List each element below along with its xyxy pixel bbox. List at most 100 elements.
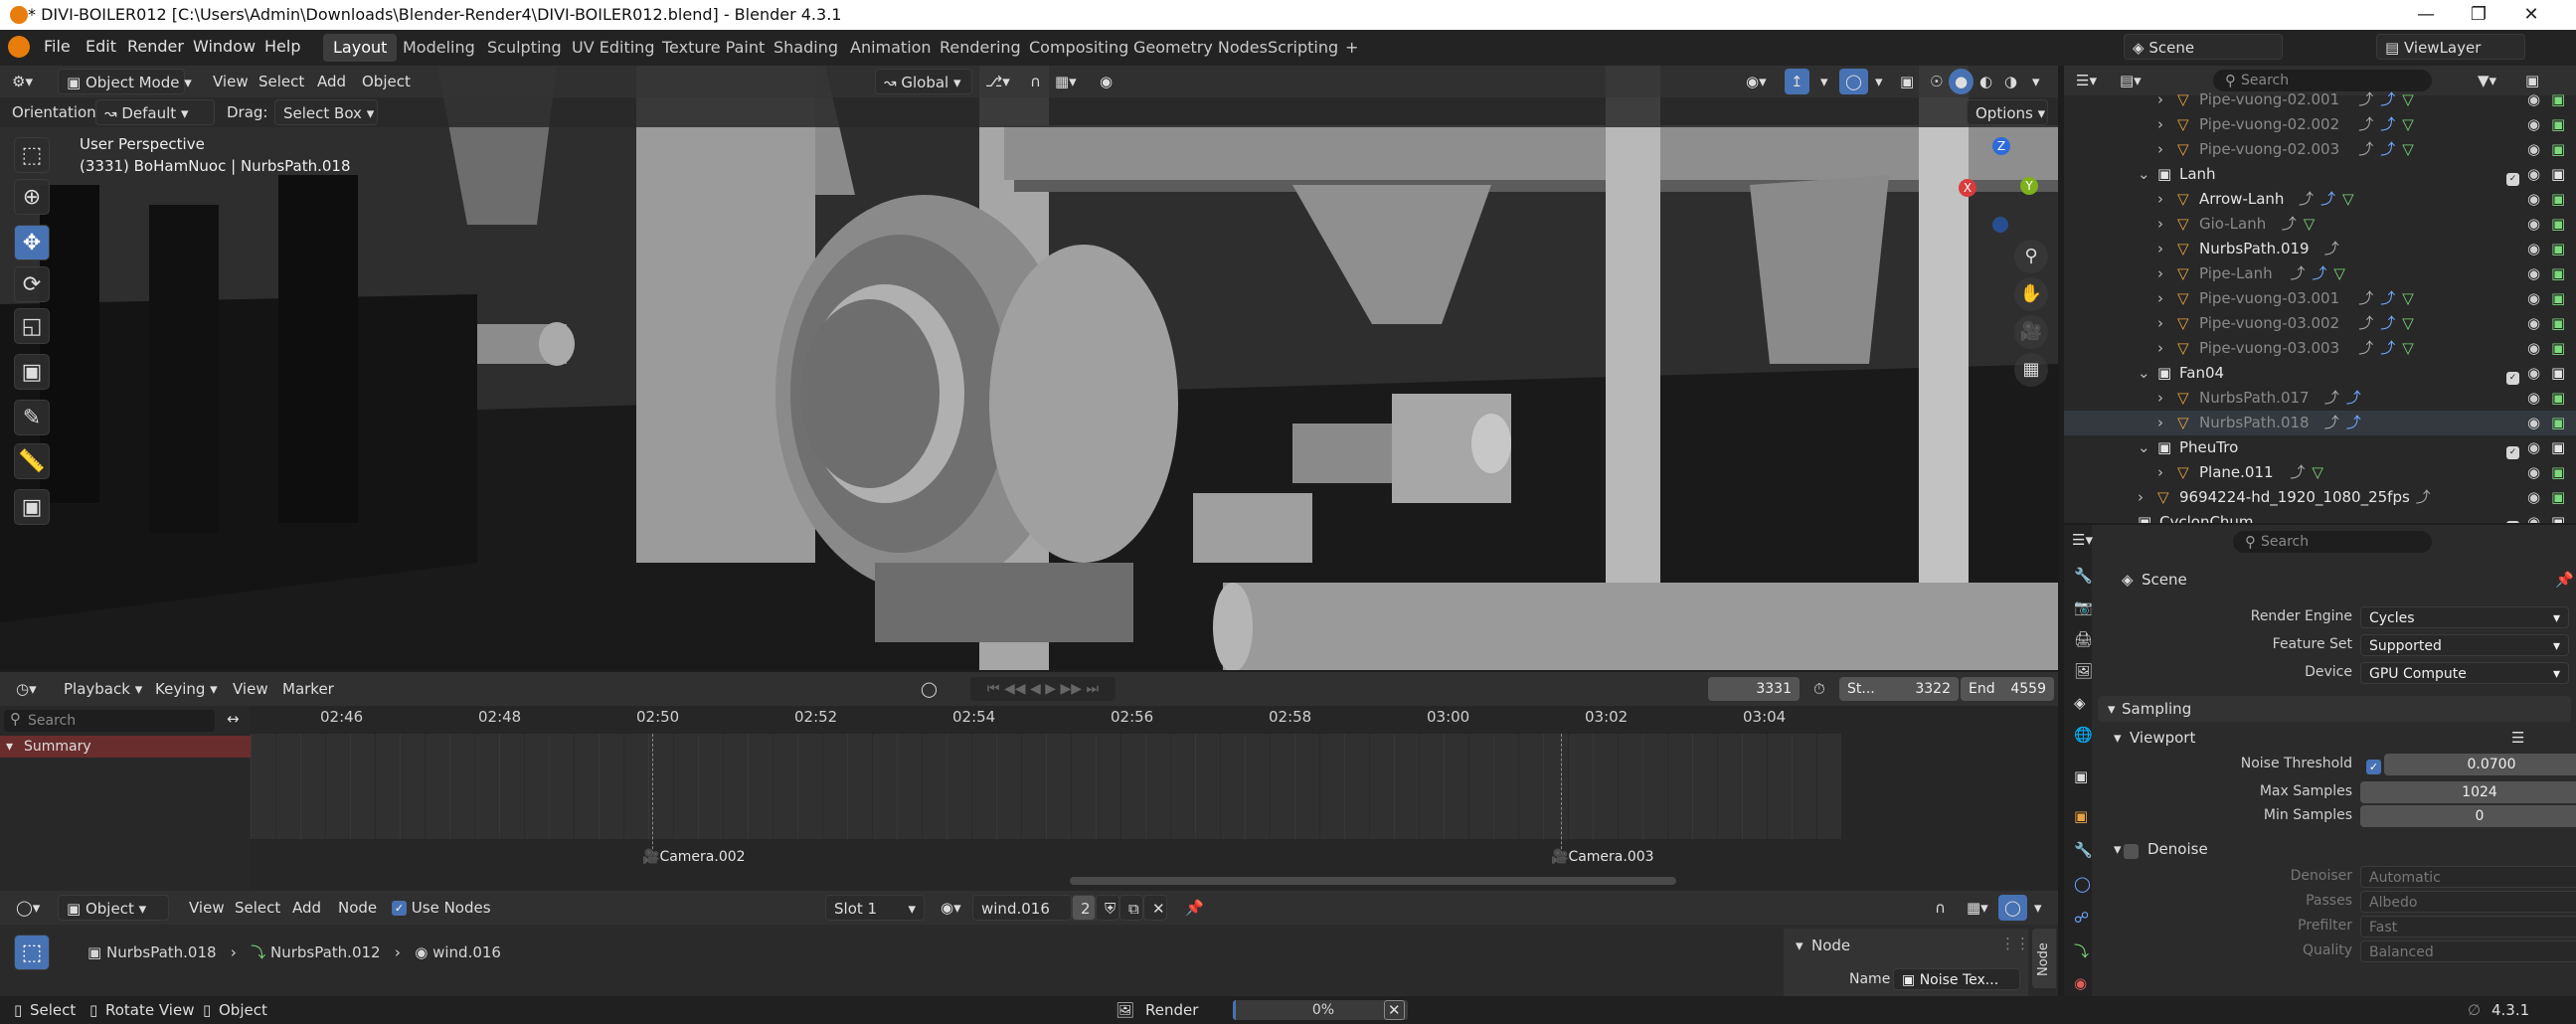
marker-camera-003[interactable]: 🎥Camera.003 [1551,849,1654,865]
render-camera-icon[interactable]: ▣ [2551,212,2565,237]
node-name-field[interactable]: ▣ Noise Tex... [1893,968,2020,990]
modifier-data-icon[interactable]: ⤴ [2358,286,2373,311]
menu-help[interactable]: Help [255,34,310,60]
render-camera-icon[interactable]: ▣ [2551,336,2565,361]
shading-dropdown-icon[interactable]: ▾ [2026,69,2046,94]
options-dropdown[interactable]: Options ▾ [1967,99,2048,125]
play-icon[interactable]: ▶ [1045,681,1056,697]
outliner-item-label[interactable]: NurbsPath.019 [2199,237,2310,261]
pin-icon[interactable]: 📌 [2549,567,2576,593]
outliner-row[interactable]: › ▽ Pipe-vuong-02.001 ⤴ ⤴ ▽ ◉ ▣ [2064,87,2576,112]
viewport-menu-select[interactable]: Select [253,69,310,94]
jump-end-icon[interactable]: ⏭ [1086,681,1099,697]
outliner-item-label[interactable]: Pipe-vuong-03.002 [2199,311,2339,336]
modifier-data-icon[interactable]: ▽ [2402,87,2414,112]
blender-menu-icon[interactable] [8,36,30,58]
render-camera-icon[interactable]: ▣ [2551,311,2565,336]
outliner-item-label[interactable]: Pipe-Lanh [2199,261,2273,286]
maximize-button[interactable]: ❐ [2454,3,2503,27]
node-menu-node[interactable]: Node [332,895,383,921]
render-camera-icon[interactable]: ▣ [2551,261,2565,286]
outliner-row[interactable]: ⌄ ▣ Lanh ✓ ◉ ▣ [2064,162,2576,187]
modifier-data-icon[interactable]: ⤴ [2324,237,2339,261]
gizmo-x-axis[interactable]: X [1959,179,1976,197]
timeline-menu-playback[interactable]: Playback ▾ [58,676,148,702]
eye-icon[interactable]: ◉ [2527,286,2540,311]
modifier-data-icon[interactable]: ⤴ [2358,311,2373,336]
proportional-edit-icon[interactable]: ◉ [1094,69,1118,94]
node-overlay-icon[interactable]: ◯ [1998,895,2027,921]
eye-icon[interactable]: ◉ [2527,510,2540,523]
outliner-row[interactable]: › ▽ NurbsPath.017 ⤴ ⤴ ◉ ▣ [2064,386,2576,411]
modifier-data-icon[interactable]: ⤴ [2380,311,2395,336]
play-reverse-icon[interactable]: ◀ [1030,681,1041,697]
outliner-row[interactable]: › ▽ Pipe-vuong-02.003 ⤴ ⤴ ▽ ◉ ▣ [2064,137,2576,162]
denoise-checkbox[interactable] [2124,841,2139,860]
timeline-editor-type-icon[interactable]: ◷▾ [10,676,43,702]
tab-uv-editing[interactable]: UV Editing [562,34,664,62]
modifier-data-icon[interactable]: ⤴ [2312,261,2326,286]
render-camera-icon[interactable]: ▣ [2551,361,2565,386]
shader-type-dropdown[interactable]: ▣ Object ▾ [58,895,169,921]
outliner-item-label[interactable]: Plane.011 [2199,460,2274,485]
collapse-chevron-icon[interactable]: › [2157,187,2163,212]
editor-type-icon[interactable]: ⚙▾ [6,69,39,94]
ortho-grid-icon[interactable]: ▦ [2014,353,2048,387]
outliner-row[interactable]: › ▽ Pipe-vuong-03.001 ⤴ ⤴ ▽ ◉ ▣ [2064,286,2576,311]
camera-view-icon[interactable]: 🎥 [2014,315,2048,349]
modifier-data-icon[interactable]: ⤴ [2380,137,2395,162]
collapse-chevron-icon[interactable]: › [2157,237,2163,261]
new-material-icon[interactable]: ⧉ [1119,895,1143,921]
eye-icon[interactable]: ◉ [2527,336,2540,361]
outliner-item-label[interactable]: Arrow-Lanh [2199,187,2284,212]
modifier-data-icon[interactable]: ⤴ [2380,336,2395,361]
node-overlay-dropdown-icon[interactable]: ▾ [2028,895,2048,921]
modifier-data-icon[interactable]: ▽ [2402,336,2414,361]
rendered-shading-icon[interactable]: ◑ [1998,69,2023,94]
annotate-tool[interactable]: ✎ [14,400,50,435]
physics-tab-icon[interactable]: ◯ [2068,871,2097,897]
eye-icon[interactable]: ◉ [2527,137,2540,162]
snap-icon[interactable]: ∩ [1024,69,1047,94]
presets-list-icon[interactable]: ☰ [2505,725,2530,751]
outliner-row[interactable]: › ▽ Pipe-vuong-03.003 ⤴ ⤴ ▽ ◉ ▣ [2064,336,2576,361]
world-tab-icon[interactable]: 🌐 [2068,722,2099,748]
modifier-data-icon[interactable]: ▽ [2304,212,2316,237]
eye-icon[interactable]: ◉ [2527,485,2540,510]
unlink-material-icon[interactable]: ✕ [1143,895,1167,921]
collapse-chevron-icon[interactable]: › [2157,112,2163,137]
scene-tab-icon[interactable]: ◈ [2068,690,2092,716]
breadcrumb-data[interactable]: NurbsPath.012 [270,943,381,961]
feature-set-dropdown[interactable]: Supported ▾ [2360,634,2569,656]
transform-orientation-dropdown[interactable]: ↝ Global ▾ [875,69,972,94]
outliner-item-label[interactable]: NurbsPath.017 [2199,386,2310,411]
modifier-data-icon[interactable]: ▽ [2342,187,2354,212]
expand-chevron-icon[interactable]: ⌄ [2118,510,2131,523]
outliner-item-label[interactable]: 9694224-hd_1920_1080_25fps [2179,485,2410,510]
end-frame-field[interactable]: End 4559 [1961,677,2054,701]
modifier-data-icon[interactable]: ⤴ [2380,112,2395,137]
next-key-icon[interactable]: ▶▶ [1060,681,1082,697]
modifier-data-icon[interactable]: ⤴ [2290,460,2305,485]
pan-hand-icon[interactable]: ✋ [2014,277,2048,311]
outliner-item-label[interactable]: Gio-Lanh [2199,212,2266,237]
material-shading-icon[interactable]: ◐ [1974,69,1998,94]
overlay-toggle-icon[interactable]: ◯ [1839,69,1868,94]
tab-animation[interactable]: Animation [840,34,942,62]
sampling-panel-header[interactable]: ▾ Sampling [2098,696,2571,722]
eye-icon[interactable]: ◉ [2527,311,2540,336]
eye-icon[interactable]: ◉ [2527,162,2540,187]
orientation-dropdown[interactable]: ↝ Default ▾ [95,99,215,125]
exclude-checkbox[interactable]: ✓ [2506,515,2519,523]
dopesheet-area[interactable]: Search ⚲ ↔ ▾ Summary 02:46 02:48 02:50 02:5… [0,706,2058,891]
gizmo-neg-z-axis[interactable] [1992,217,2008,233]
eye-icon[interactable]: ◉ [2527,460,2540,485]
eye-icon[interactable]: ◉ [2527,237,2540,261]
tab-modeling[interactable]: Modeling [393,34,485,62]
add-cube-tool[interactable]: ▣ [14,489,50,525]
viewport-menu-add[interactable]: Add [311,69,352,94]
breadcrumb-material[interactable]: wind.016 [432,943,501,961]
render-camera-icon[interactable]: ▣ [2551,286,2565,311]
eye-icon[interactable]: ◉ [2527,261,2540,286]
wireframe-shading-icon[interactable]: ☉ [1924,69,1949,94]
